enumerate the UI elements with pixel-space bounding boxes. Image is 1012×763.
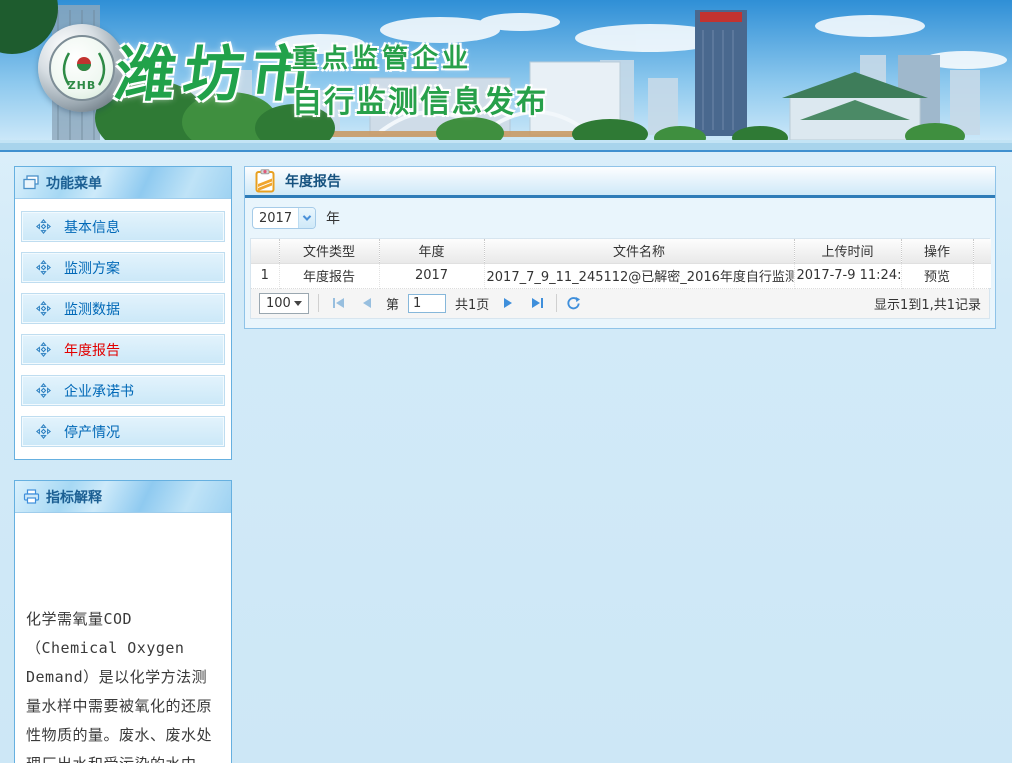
col-header-upload-time: 上传时间 [794, 239, 901, 263]
sidebar-item-label: 基本信息 [64, 217, 120, 237]
folder-icon [23, 175, 40, 190]
page-size-select[interactable]: 100 [259, 293, 309, 314]
year-select[interactable]: 2017 [252, 207, 316, 229]
cell-file-name: 2017_7_9_11_245112@已解密_2016年度自行监测开展情况年 [484, 263, 794, 288]
annual-report-header: 年度报告 [245, 167, 995, 198]
cell-action: 预览 [901, 263, 973, 288]
cell-upload-time: 2017-7-9 11:24:13 [794, 263, 901, 288]
col-header-file-type: 文件类型 [279, 239, 379, 263]
total-pages-label: 共1页 [455, 294, 489, 313]
table-header-row: 文件类型 年度 文件名称 上传时间 操作 [251, 239, 991, 263]
col-header-index [251, 239, 279, 263]
compass-arrows-icon [36, 260, 51, 275]
page-title: 年度报告 [285, 171, 341, 191]
logo-laurel-icon [51, 37, 117, 103]
compass-arrows-icon [36, 424, 51, 439]
pagination-bar: 100 第 共1页 [251, 289, 989, 318]
indicator-panel: 指标解释 化学需氧量COD（Chemical Oxygen Demand）是以化… [14, 480, 232, 763]
page-number-input[interactable] [408, 294, 446, 313]
preview-link[interactable]: 预览 [924, 270, 950, 285]
table-row: 1 年度报告 2017 2017_7_9_11_245112@已解密_2016年… [251, 263, 991, 288]
function-menu: 基本信息 监测方案 监测数据 年度报告 企业承诺书 [15, 199, 231, 459]
chevron-down-icon [298, 208, 315, 228]
annual-report-panel: 年度报告 2017 年 [244, 166, 996, 329]
col-header-filler [973, 239, 991, 263]
compass-arrows-icon [36, 342, 51, 357]
sidebar: 功能菜单 基本信息 监测方案 监测数据 年度报告 [14, 166, 232, 763]
year-filter-row: 2017 年 [252, 207, 990, 229]
report-table: 文件类型 年度 文件名称 上传时间 操作 1 年度报告 2017 [251, 239, 991, 289]
col-header-file-name: 文件名称 [484, 239, 794, 263]
site-banner: ZHB 潍坊市 重点监管企业 自行监测信息发布 [0, 0, 1012, 152]
site-subtitle: 重点监管企业 自行监测信息发布 [292, 38, 548, 121]
cell-index: 1 [251, 263, 279, 288]
compass-arrows-icon [36, 219, 51, 234]
sidebar-item-label: 企业承诺书 [64, 381, 134, 401]
first-page-button[interactable] [328, 293, 348, 313]
sidebar-item-label: 停产情况 [64, 422, 120, 442]
report-grid: 文件类型 年度 文件名称 上传时间 操作 1 年度报告 2017 [250, 238, 990, 319]
year-select-value: 2017 [259, 211, 292, 226]
page: ZHB 潍坊市 重点监管企业 自行监测信息发布 功能菜单 基本信息 [0, 0, 1012, 763]
sidebar-item-enterprise-commitment[interactable]: 企业承诺书 [21, 375, 225, 406]
divider [556, 294, 557, 312]
cell-filler [973, 263, 991, 288]
sidebar-item-basic-info[interactable]: 基本信息 [21, 211, 225, 242]
divider [318, 294, 319, 312]
prev-page-button[interactable] [357, 293, 377, 313]
subtitle-line1: 重点监管企业 [292, 38, 548, 75]
indicator-title: 指标解释 [46, 487, 102, 507]
sidebar-item-label: 年度报告 [64, 340, 120, 360]
function-menu-header: 功能菜单 [15, 167, 231, 199]
sidebar-item-label: 监测方案 [64, 258, 120, 278]
refresh-button[interactable] [566, 296, 581, 311]
indicator-header: 指标解释 [15, 481, 231, 513]
subtitle-line2: 自行监测信息发布 [292, 77, 548, 121]
sidebar-item-monitoring-plan[interactable]: 监测方案 [21, 252, 225, 283]
indicator-text: 化学需氧量COD（Chemical Oxygen Demand）是以化学方法测量… [26, 605, 220, 763]
annual-report-body: 2017 年 文件类型 年度 文件名称 [245, 198, 995, 328]
page-label-prefix: 第 [386, 294, 399, 313]
indicator-body: 化学需氧量COD（Chemical Oxygen Demand）是以化学方法测量… [15, 605, 231, 763]
sidebar-item-monitoring-data[interactable]: 监测数据 [21, 293, 225, 324]
cell-file-type: 年度报告 [279, 263, 379, 288]
compass-arrows-icon [36, 383, 51, 398]
page-size-value: 100 [266, 296, 291, 311]
printer-icon [23, 489, 40, 504]
cell-year: 2017 [379, 263, 484, 288]
last-page-button[interactable] [527, 293, 547, 313]
year-suffix-label: 年 [326, 208, 340, 228]
col-header-action: 操作 [901, 239, 973, 263]
record-count-summary: 显示1到1,共1记录 [874, 294, 981, 313]
function-menu-panel: 功能菜单 基本信息 监测方案 监测数据 年度报告 [14, 166, 232, 460]
clipboard-icon [255, 169, 275, 193]
select-arrow-icon [294, 301, 302, 306]
compass-arrows-icon [36, 301, 51, 316]
next-page-button[interactable] [498, 293, 518, 313]
col-header-year: 年度 [379, 239, 484, 263]
sidebar-item-production-halt[interactable]: 停产情况 [21, 416, 225, 447]
refresh-icon [566, 296, 581, 311]
function-menu-title: 功能菜单 [46, 173, 102, 193]
sidebar-item-annual-report[interactable]: 年度报告 [21, 334, 225, 365]
sidebar-item-label: 监测数据 [64, 299, 120, 319]
